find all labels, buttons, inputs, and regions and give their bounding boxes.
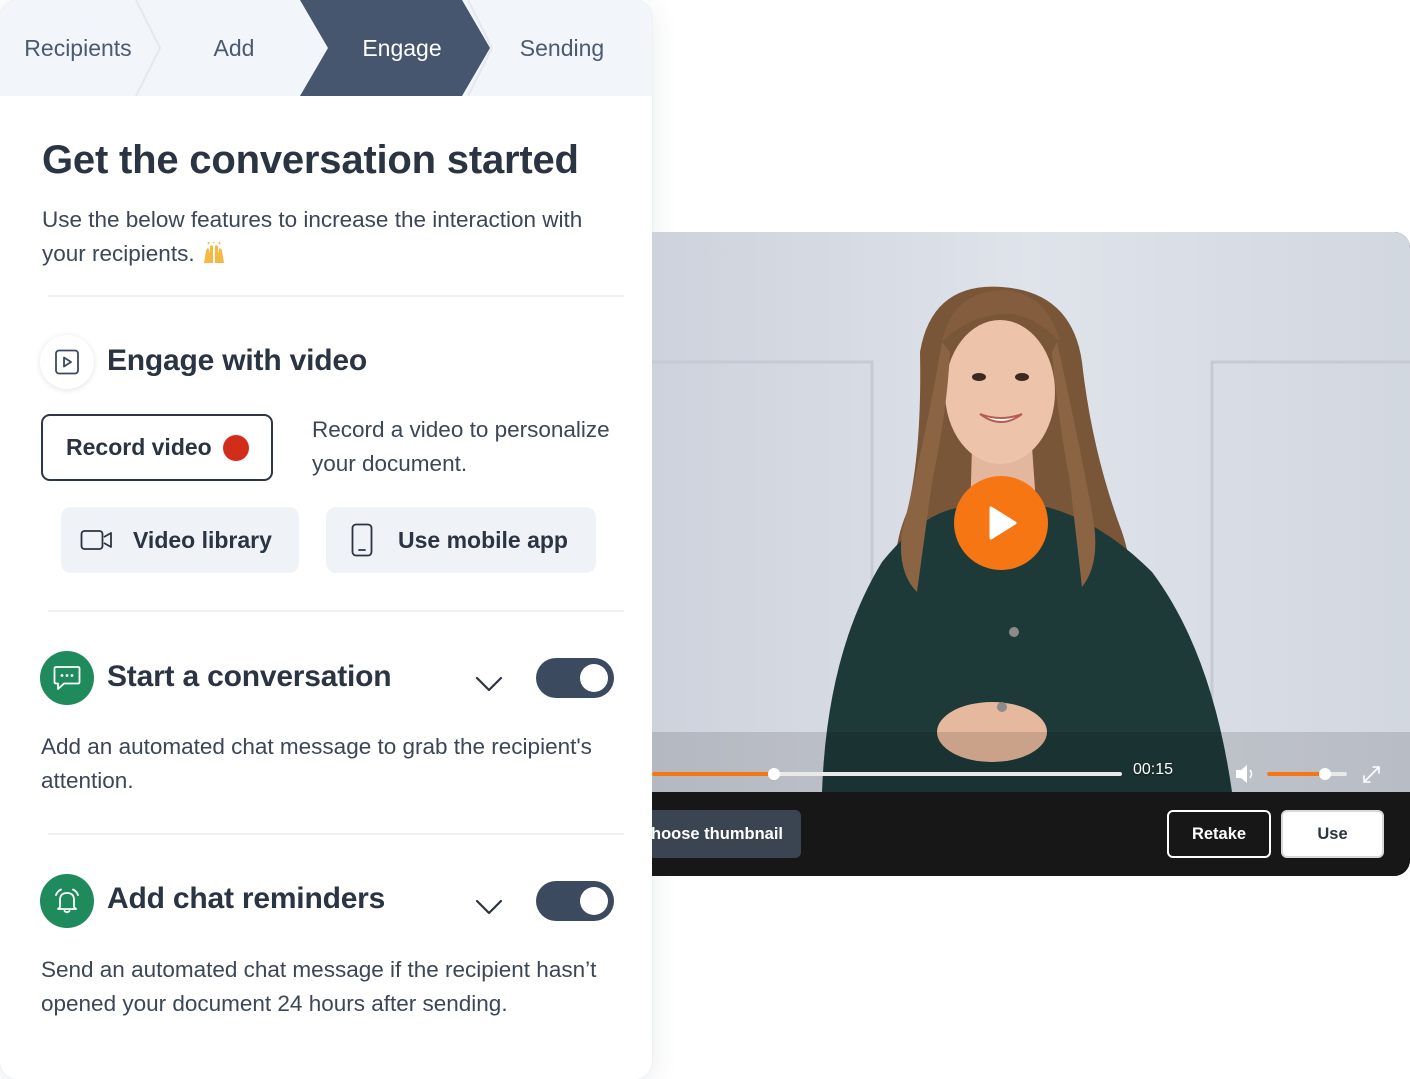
choose-thumbnail-button[interactable]: Choose thumbnail	[652, 810, 801, 858]
play-button[interactable]	[954, 476, 1048, 570]
divider	[48, 833, 624, 835]
subtitle-text: Use the below features to increase the i…	[42, 207, 583, 266]
reminders-section-title: Add chat reminders	[107, 882, 386, 915]
conversation-toggle[interactable]	[536, 658, 614, 698]
progress-fill	[652, 772, 774, 776]
video-action-bar: Choose thumbnail Retake Use	[652, 792, 1410, 876]
progress-knob[interactable]	[768, 768, 780, 780]
step-add[interactable]: Add	[160, 0, 308, 96]
video-controls	[652, 765, 1380, 783]
conversation-section-title: Start a conversation	[107, 660, 392, 693]
chevron-down-icon[interactable]	[475, 675, 503, 693]
fullscreen-icon[interactable]	[1363, 766, 1380, 783]
record-dot-icon	[223, 435, 249, 461]
engage-panel: Recipients Add Engage Sending Get the co…	[0, 0, 652, 1079]
step-breadcrumb: Recipients Add Engage Sending	[0, 0, 652, 96]
reminders-description: Send an automated chat message if the re…	[41, 957, 597, 1016]
mobile-phone-icon	[326, 523, 398, 557]
video-library-label: Video library	[133, 526, 272, 553]
volume-fill	[1267, 772, 1325, 776]
toggle-knob	[580, 887, 608, 915]
volume-knob[interactable]	[1319, 768, 1331, 780]
divider	[48, 610, 624, 612]
video-camera-icon	[61, 529, 133, 551]
raising-hands-emoji	[203, 242, 224, 263]
use-button[interactable]: Use	[1281, 810, 1384, 858]
divider	[48, 295, 624, 297]
page-subtitle: Use the below features to increase the i…	[42, 203, 602, 271]
video-player: 00:15 Choose thumbnail Retake Use	[652, 232, 1410, 876]
use-mobile-app-button[interactable]: Use mobile app	[326, 507, 596, 573]
conversation-section-icon-wrap	[40, 651, 94, 705]
chevron-down-icon[interactable]	[475, 898, 503, 916]
video-file-icon	[55, 349, 79, 375]
chat-bubble-icon	[53, 666, 81, 690]
conversation-description: Add an automated chat message to grab th…	[41, 734, 592, 793]
record-video-label: Record video	[66, 434, 212, 460]
page-title: Get the conversation started	[42, 138, 579, 182]
reminders-toggle[interactable]	[536, 881, 614, 921]
reminders-section-icon-wrap	[40, 874, 94, 928]
record-video-button[interactable]: Record video	[41, 414, 273, 481]
step-sending[interactable]: Sending	[488, 0, 636, 96]
step-recipients[interactable]: Recipients	[0, 0, 156, 96]
record-video-description: Record a video to personalize your docum…	[312, 417, 610, 476]
alarm-bell-icon	[55, 888, 79, 914]
volume-icon[interactable]	[1236, 765, 1253, 783]
video-section-icon-wrap	[40, 335, 94, 389]
step-engage[interactable]: Engage	[318, 0, 486, 96]
play-icon	[989, 506, 1017, 540]
retake-button[interactable]: Retake	[1167, 810, 1271, 858]
toggle-knob	[580, 664, 608, 692]
video-time: 00:15	[1133, 761, 1174, 778]
video-library-button[interactable]: Video library	[61, 507, 299, 573]
use-mobile-app-label: Use mobile app	[398, 526, 568, 553]
video-section-title: Engage with video	[107, 344, 367, 377]
